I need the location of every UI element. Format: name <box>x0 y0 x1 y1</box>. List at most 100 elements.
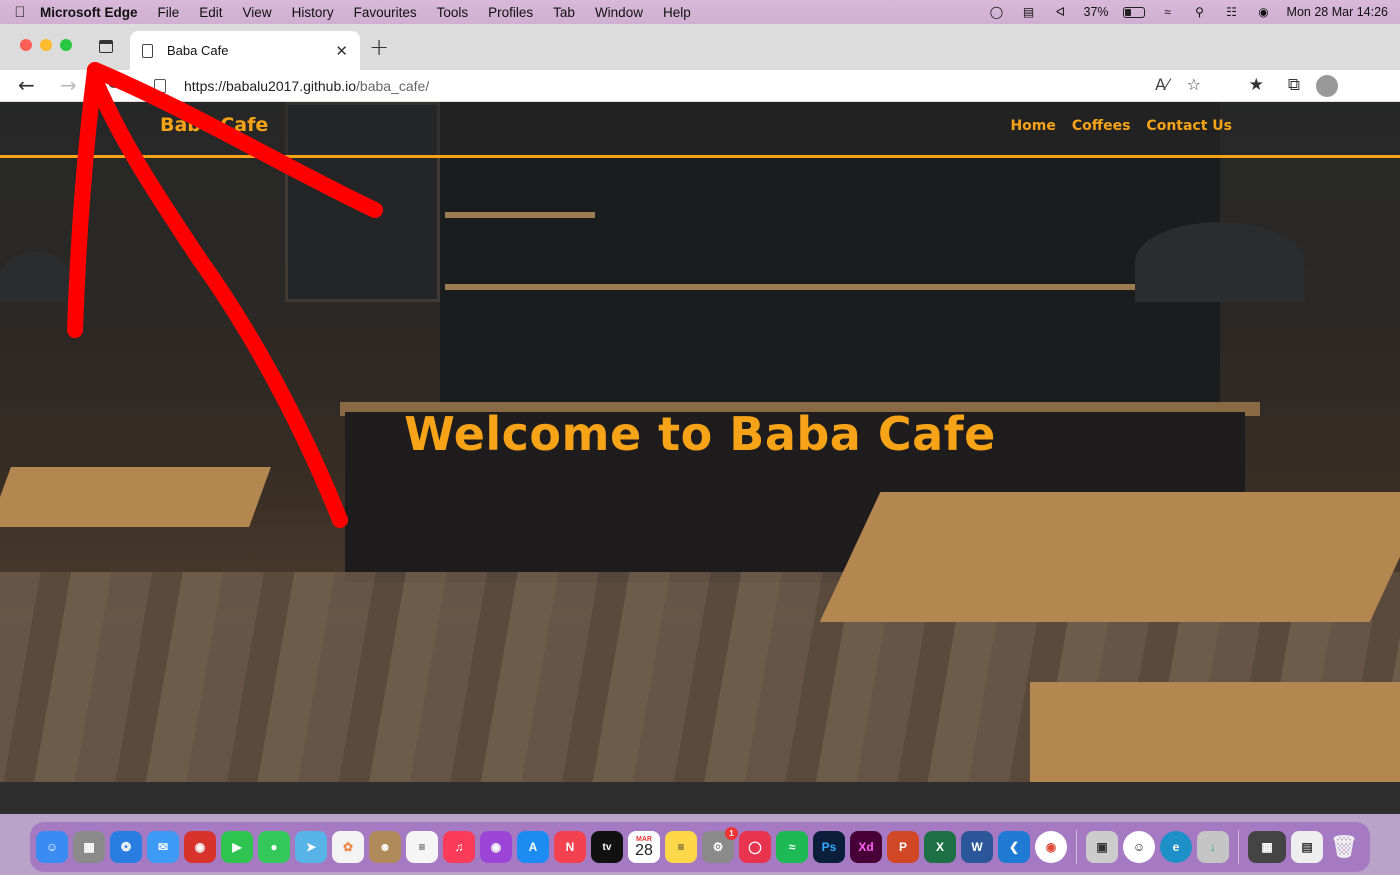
notification-badge: 1 <box>725 827 738 840</box>
window-minimize-button[interactable] <box>40 39 52 51</box>
podcasts-icon[interactable]: ◉ <box>480 831 512 863</box>
url-text[interactable]: https://babalu2017.github.io/baba_cafe/ <box>184 78 429 94</box>
battery-percent: 37% <box>1083 5 1109 19</box>
macos-dock: ☺ ▦ ❂ ✉ ◉ ▶ ● ➤ ✿ ☻ ≡ ♫ ◉ A N tv MAR 28 ≡… <box>30 822 1370 872</box>
menubar-status-area: ◯ ▤ ᐊ 37% ≈ ⚲ ☷ ◉ Mon 28 Mar 14:26 <box>988 0 1388 24</box>
photoshop-icon[interactable]: Ps <box>813 831 845 863</box>
menu-tools[interactable]: Tools <box>437 5 469 20</box>
notes-icon[interactable]: ≡ <box>665 831 697 863</box>
menu-view[interactable]: View <box>243 5 272 20</box>
launchpad-icon[interactable]: ▦ <box>73 831 105 863</box>
nav-contact-us[interactable]: Contact Us <box>1146 118 1232 134</box>
site-header: Baba Cafe Home Coffees Contact Us <box>0 102 1400 158</box>
dock-separator <box>1238 830 1239 864</box>
app-store-icon[interactable]: A <box>517 831 549 863</box>
profile-avatar[interactable] <box>1316 75 1338 97</box>
cafe-table <box>1030 682 1400 782</box>
downloads-folder-icon[interactable]: ▤ <box>1291 831 1323 863</box>
spotify-icon[interactable]: ≈ <box>776 831 808 863</box>
refresh-button[interactable]: ↻ <box>106 73 121 94</box>
contacts-icon[interactable]: ☻ <box>369 831 401 863</box>
word-icon[interactable]: W <box>961 831 993 863</box>
url-path: /baba_cafe/ <box>356 78 430 94</box>
calendar-icon[interactable]: MAR 28 <box>628 831 660 863</box>
pendant-lamp <box>1135 222 1305 302</box>
page-icon <box>142 43 153 58</box>
back-button[interactable]: ← <box>18 73 35 97</box>
xd-icon[interactable]: Xd <box>850 831 882 863</box>
site-logo[interactable]: Baba Cafe <box>160 114 268 136</box>
preview-icon[interactable]: ▣ <box>1086 831 1118 863</box>
tab-bar: Baba Cafe ✕ + <box>0 24 1400 70</box>
chrome-icon[interactable]: ◉ <box>1035 831 1067 863</box>
finder-icon[interactable]: ☺ <box>36 831 68 863</box>
nav-coffees[interactable]: Coffees <box>1072 118 1131 134</box>
menu-file[interactable]: File <box>158 5 180 20</box>
nav-home[interactable]: Home <box>1010 118 1055 134</box>
page-bottom-strip <box>0 782 1400 814</box>
music-icon[interactable]: ♫ <box>443 831 475 863</box>
excel-icon[interactable]: X <box>924 831 956 863</box>
photos-icon[interactable]: ✿ <box>332 831 364 863</box>
browser-toolbar: ← → ↻ https://babalu2017.github.io/baba_… <box>0 70 1400 102</box>
read-aloud-icon[interactable]: A⁄ <box>1155 75 1169 94</box>
forward-button[interactable]: → <box>60 73 77 97</box>
menu-history[interactable]: History <box>292 5 334 20</box>
vscode-icon[interactable]: ❮ <box>998 831 1030 863</box>
system-preferences-icon[interactable]: ⚙ 1 <box>702 827 738 863</box>
menu-window[interactable]: Window <box>595 5 643 20</box>
edge-icon[interactable]: e <box>1160 831 1192 863</box>
control-center-icon[interactable]: ☷ <box>1223 5 1241 19</box>
site-nav: Home Coffees Contact Us <box>1010 118 1232 134</box>
safari-icon[interactable]: ❂ <box>110 831 142 863</box>
screenshots-folder-icon[interactable]: ▦ <box>1248 831 1286 863</box>
spotlight-search-icon[interactable]: ⚲ <box>1191 5 1209 19</box>
creative-cloud-status-icon[interactable]: ◯ <box>988 5 1006 19</box>
mail-icon[interactable]: ✉ <box>147 831 179 863</box>
lock-icon[interactable] <box>154 79 166 93</box>
dock-separator <box>1076 830 1077 864</box>
finder-face-icon[interactable]: ☺ <box>1123 831 1155 863</box>
menu-edit[interactable]: Edit <box>199 5 222 20</box>
battery-icon[interactable] <box>1122 6 1145 18</box>
apple-menu-icon[interactable]:  <box>0 4 40 21</box>
battery-fill <box>1124 8 1132 16</box>
messages-icon[interactable]: ● <box>258 831 290 863</box>
tab-baba-cafe[interactable]: Baba Cafe ✕ <box>130 31 360 70</box>
apple-tv-icon[interactable]: tv <box>591 831 623 863</box>
bluetooth-icon[interactable]: ᐊ <box>1052 5 1070 19</box>
maps-icon[interactable]: ➤ <box>295 831 327 863</box>
menu-help[interactable]: Help <box>663 5 691 20</box>
photo-booth-icon[interactable]: ◉ <box>184 831 216 863</box>
collections-icon[interactable]: ⧉ <box>1288 75 1300 95</box>
macos-menubar:  Microsoft Edge File Edit View History … <box>0 0 1400 24</box>
news-icon[interactable]: N <box>554 831 586 863</box>
menu-favourites[interactable]: Favourites <box>354 5 417 20</box>
shelf <box>445 284 1225 290</box>
new-tab-button[interactable]: + <box>369 33 389 61</box>
favourites-icon[interactable]: ★ <box>1249 75 1264 95</box>
installer-icon[interactable]: ↓ <box>1197 831 1229 863</box>
siri-icon[interactable]: ◉ <box>1255 5 1273 19</box>
add-favourite-icon[interactable]: ☆ <box>1187 75 1201 94</box>
powerpoint-icon[interactable]: P <box>887 831 919 863</box>
trash-icon[interactable]: 🗑 <box>1328 831 1360 863</box>
pendant-lamp <box>0 252 70 302</box>
menu-profiles[interactable]: Profiles <box>488 5 533 20</box>
menu-tab[interactable]: Tab <box>553 5 575 20</box>
wifi-icon[interactable]: ≈ <box>1159 5 1177 19</box>
reminders-icon[interactable]: ≡ <box>406 831 438 863</box>
vertical-tabs-toggle-icon[interactable] <box>99 40 113 53</box>
browser-window: Baba Cafe ✕ + ← → ↻ https://babalu2017.g… <box>0 24 1400 814</box>
facetime-icon[interactable]: ▶ <box>221 831 253 863</box>
display-status-icon[interactable]: ▤ <box>1020 5 1038 19</box>
hero-title: Welcome to Baba Cafe <box>404 407 996 461</box>
menubar-clock[interactable]: Mon 28 Mar 14:26 <box>1287 5 1388 19</box>
window-maximize-button[interactable] <box>60 39 72 51</box>
address-bar[interactable]: https://babalu2017.github.io/baba_cafe/ … <box>140 71 1215 101</box>
window-close-button[interactable] <box>20 39 32 51</box>
creative-cloud-icon[interactable]: ◯ <box>739 831 771 863</box>
app-name-menu[interactable]: Microsoft Edge <box>40 5 138 20</box>
tab-close-icon[interactable]: ✕ <box>335 42 348 60</box>
cafe-table <box>0 467 271 527</box>
